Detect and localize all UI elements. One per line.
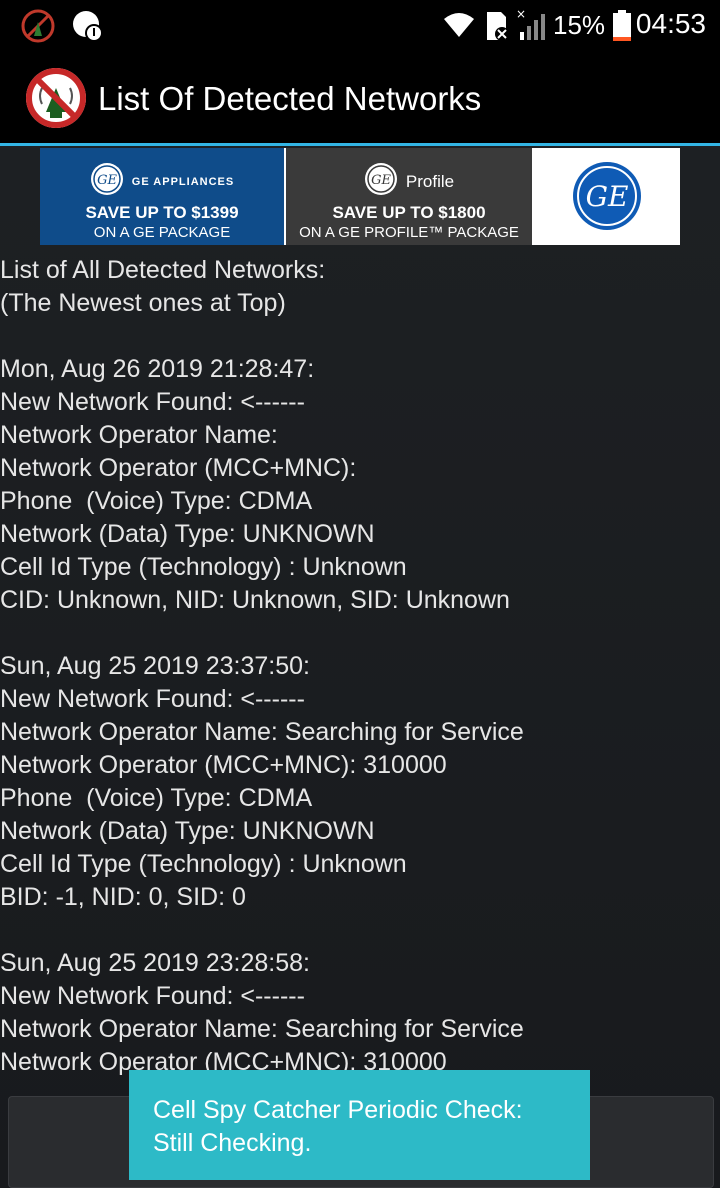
log-entry-line: Phone (Voice) Type: CDMA (0, 487, 313, 515)
cell-signal-icon: × (516, 7, 548, 47)
log-entry-line: New Network Found: <------ (0, 982, 305, 1010)
ad-brand-text: Profile (405, 171, 455, 191)
log-entry-line: New Network Found: <------ (0, 685, 305, 713)
svg-text:GE: GE (586, 180, 629, 213)
ge-large-logo-icon: GE (572, 161, 642, 236)
ad-subtext: ON A GE PACKAGE (93, 224, 231, 241)
log-spacer (0, 320, 720, 353)
ad-headline: SAVE UP TO $1800 (332, 203, 486, 222)
log-entry-line: New Network Found: <------ (0, 388, 305, 416)
battery-icon (612, 10, 632, 47)
no-tower-logo-icon[interactable] (24, 66, 88, 130)
screen: × 15% 04:53 List Of Detected Networks GE… (0, 0, 720, 1188)
wifi-icon (442, 10, 476, 45)
log-entry-line: Cell Id Type (Technology) : Unknown (0, 850, 407, 878)
action-bar: List Of Detected Networks (0, 52, 720, 144)
log-spacer (0, 617, 720, 650)
no-signal-app-icon (20, 8, 56, 49)
ad-brand: GE GE APPLIANCES (40, 162, 284, 201)
ad-brand: GE Profile (286, 162, 532, 201)
log-entry-timestamp: Mon, Aug 26 2019 21:28:47: (0, 355, 315, 383)
log-entry-line: Network Operator (MCC+MNC): 310000 (0, 751, 447, 779)
toast-message: Cell Spy Catcher Periodic Check: Still C… (129, 1070, 590, 1180)
log-spacer (0, 914, 720, 947)
log-entry-line: Cell Id Type (Technology) : Unknown (0, 553, 407, 581)
ad-subtext: ON A GE PROFILE™ PACKAGE (299, 224, 519, 241)
log-entry-line: Network (Data) Type: UNKNOWN (0, 520, 375, 548)
svg-text:GE: GE (97, 173, 117, 188)
clock-time: 04:53 (635, 8, 706, 39)
ge-logo-icon: GE (364, 162, 398, 201)
page-title: List Of Detected Networks (98, 80, 482, 117)
svg-text:GE: GE (371, 173, 391, 188)
toast-line-2: Still Checking. (153, 1129, 312, 1157)
ge-logo-icon: GE (90, 162, 124, 201)
status-bar: × 15% 04:53 (0, 0, 720, 52)
action-bar-divider (0, 143, 720, 146)
log-entry-line: Network Operator Name: (0, 421, 278, 449)
ad-banner[interactable]: GE GE APPLIANCES SAVE UP TO $1399 ON A G… (40, 148, 680, 245)
detected-networks-log[interactable]: List of All Detected Networks: (The Newes… (0, 254, 720, 1084)
sd-card-icon (484, 10, 512, 47)
log-entry-line: Network Operator Name: Searching for Ser… (0, 1015, 524, 1043)
toast-line-1: Cell Spy Catcher Periodic Check: (153, 1096, 523, 1124)
log-entry-line: Network Operator Name: Searching for Ser… (0, 718, 524, 746)
ad-panel-ge-appliances[interactable]: GE GE APPLIANCES SAVE UP TO $1399 ON A G… (40, 148, 284, 245)
log-entry-line: CID: Unknown, NID: Unknown, SID: Unknown (0, 586, 510, 614)
log-entry-timestamp: Sun, Aug 25 2019 23:28:58: (0, 949, 310, 977)
log-entry-line: Network (Data) Type: UNKNOWN (0, 817, 375, 845)
log-entry-timestamp: Sun, Aug 25 2019 23:37:50: (0, 652, 310, 680)
ad-brand-text: GE APPLIANCES (131, 175, 235, 188)
log-header-line: (The Newest ones at Top) (0, 289, 286, 317)
notification-app-icon (70, 8, 106, 49)
log-entry-line: Phone (Voice) Type: CDMA (0, 784, 313, 812)
ad-headline: SAVE UP TO $1399 (85, 203, 239, 222)
log-header-line: List of All Detected Networks: (0, 256, 326, 284)
ad-panel-ge-profile[interactable]: GE Profile SAVE UP TO $1800 ON A GE PROF… (286, 148, 532, 245)
log-entry-line: Network Operator (MCC+MNC): (0, 454, 357, 482)
svg-text:×: × (516, 8, 526, 21)
log-entry-line: BID: -1, NID: 0, SID: 0 (0, 883, 246, 911)
ad-panel-ge-logo[interactable]: GE (534, 148, 680, 245)
battery-percent: 15% (553, 10, 606, 40)
